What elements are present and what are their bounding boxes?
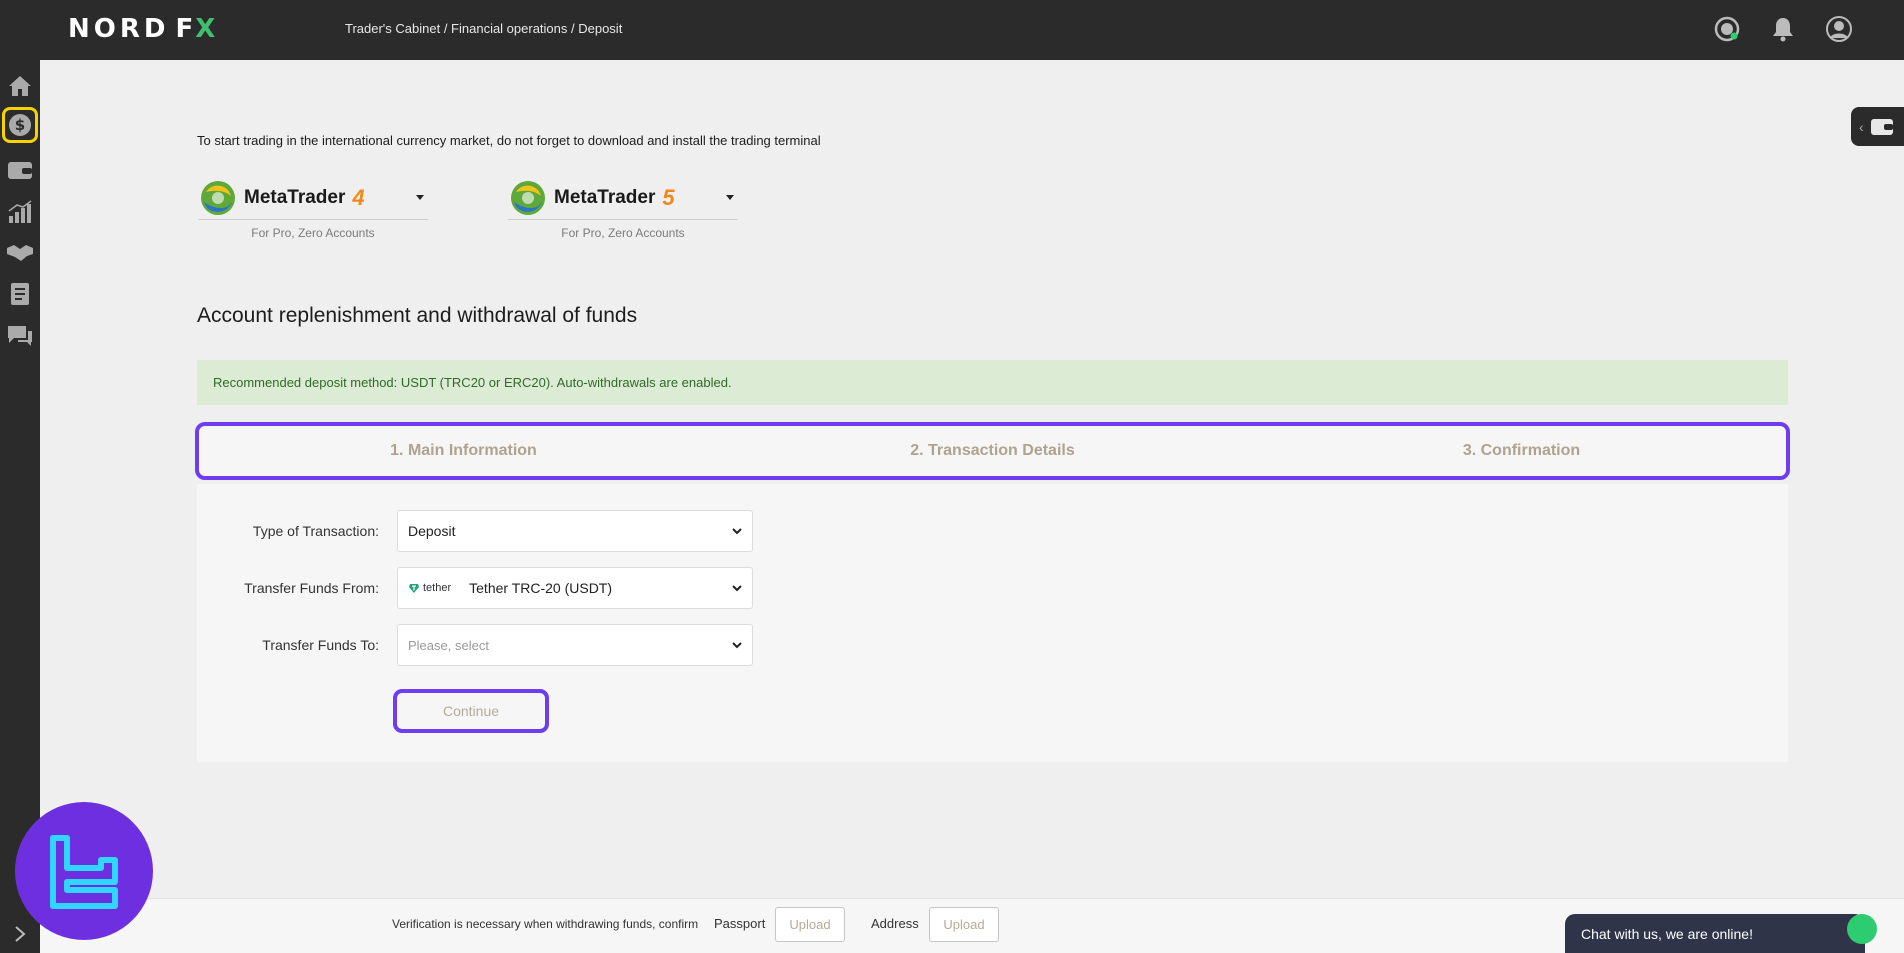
metatrader-5-logo-icon [511, 180, 545, 215]
transfer-from-value: Tether TRC-20 (USDT) [469, 580, 613, 596]
transfer-from-select[interactable]: tether Tether TRC-20 (USDT) [397, 567, 753, 609]
sidebar-item-documents[interactable] [4, 278, 36, 310]
logo-text: NORD [68, 14, 170, 44]
passport-label: Passport [714, 916, 766, 931]
chevron-down-icon [732, 642, 742, 649]
breadcrumb: Trader's Cabinet / Financial operations … [345, 21, 623, 36]
nordfx-logo[interactable]: NORD FX [68, 14, 217, 44]
sidebar-item-messages[interactable] [4, 320, 36, 352]
tether-icon [409, 584, 419, 593]
mt4-number: 4 [352, 184, 365, 210]
chat-label: Chat with us, we are online! [1581, 925, 1753, 942]
tc-watermark-logo [15, 802, 153, 940]
transaction-type-select[interactable]: Deposit [397, 510, 753, 552]
transfer-to-select[interactable]: Please, select [397, 624, 753, 666]
bell-icon[interactable] [1768, 14, 1798, 44]
logo-fx: FX [175, 14, 217, 44]
sidebar: $ [0, 60, 40, 953]
tc-logo-icon [50, 835, 118, 909]
chevron-down-icon [726, 195, 734, 200]
passport-upload-button[interactable]: Upload [775, 907, 845, 942]
wallet-icon [1870, 118, 1893, 135]
chat-icon [8, 326, 32, 346]
tether-badge-text: tether [423, 582, 452, 594]
chevron-down-icon [732, 585, 742, 592]
continue-button[interactable]: Continue [393, 689, 549, 733]
document-icon [11, 283, 29, 305]
step-confirmation[interactable]: 3. Confirmation [1257, 442, 1786, 460]
metatrader-4-logo-icon [201, 180, 235, 215]
mt5-number: 5 [662, 184, 675, 210]
mt4-download-dropdown[interactable]: MetaTrader 4 [198, 176, 428, 220]
type-row: Type of Transaction: Deposit [197, 510, 753, 552]
mt5-subtitle: For Pro, Zero Accounts [561, 226, 685, 240]
dollar-icon: $ [9, 114, 31, 136]
sidebar-item-analytics[interactable] [4, 196, 36, 228]
transfer-to-placeholder: Please, select [408, 637, 489, 653]
continue-label: Continue [442, 703, 500, 719]
chevron-left-icon: ‹ [1859, 118, 1864, 135]
terminal-mt5: MetaTrader 5 For Pro, Zero Accounts [508, 176, 738, 250]
section-title: Account replenishment and withdrawal of … [197, 304, 638, 327]
top-icons [1712, 14, 1854, 44]
support-icon[interactable] [1712, 14, 1742, 44]
transaction-form: Type of Transaction: Deposit Transfer Fu… [197, 484, 1788, 762]
chevron-down-icon [732, 528, 742, 535]
sidebar-item-wallet[interactable] [4, 154, 36, 186]
live-chat-widget[interactable]: Chat with us, we are online! [1565, 914, 1877, 953]
online-status-icon [1847, 914, 1877, 944]
transaction-type-value: Deposit [408, 523, 456, 539]
sidebar-item-partnership[interactable] [4, 236, 36, 268]
svg-text:$: $ [15, 116, 25, 134]
sidebar-expand-icon[interactable] [8, 922, 32, 946]
handshake-icon [7, 245, 33, 261]
mt4-name: MetaTrader [244, 186, 346, 208]
verification-text: Verification is necessary when withdrawi… [392, 917, 699, 931]
to-row: Transfer Funds To: Please, select [197, 624, 753, 666]
step-transaction-details[interactable]: 2. Transaction Details [728, 442, 1257, 460]
sidebar-item-finance[interactable]: $ [2, 107, 38, 143]
steps-progress: 1. Main Information 2. Transaction Detai… [195, 422, 1790, 480]
mt5-download-dropdown[interactable]: MetaTrader 5 [508, 176, 738, 220]
from-row: Transfer Funds From: tether Tether TRC-2… [197, 567, 753, 609]
address-label: Address [871, 916, 919, 931]
user-avatar-icon[interactable] [1824, 14, 1854, 44]
wallet-side-tab[interactable]: ‹ [1851, 107, 1904, 146]
from-label: Transfer Funds From: [244, 580, 379, 596]
address-upload-button[interactable]: Upload [929, 907, 999, 942]
terminal-mt4: MetaTrader 4 For Pro, Zero Accounts [198, 176, 428, 250]
chevron-down-icon [416, 195, 424, 200]
mt5-name: MetaTrader [554, 186, 656, 208]
to-label: Transfer Funds To: [262, 637, 379, 653]
sidebar-item-home[interactable] [4, 70, 36, 102]
recommendation-alert: Recommended deposit method: USDT (TRC20 … [197, 360, 1788, 405]
tether-badge: tether [408, 582, 451, 594]
wallet-icon [8, 162, 32, 179]
logo-fx-f: F [175, 14, 196, 44]
chart-icon [8, 200, 32, 223]
mt4-subtitle: For Pro, Zero Accounts [251, 226, 375, 240]
logo-fx-x: X [195, 14, 218, 44]
type-label: Type of Transaction: [252, 523, 379, 539]
top-bar: NORD FX Trader's Cabinet / Financial ope… [0, 0, 1904, 60]
intro-text: To start trading in the international cu… [197, 133, 821, 148]
home-icon [9, 76, 31, 96]
step-main-information[interactable]: 1. Main Information [199, 442, 728, 460]
